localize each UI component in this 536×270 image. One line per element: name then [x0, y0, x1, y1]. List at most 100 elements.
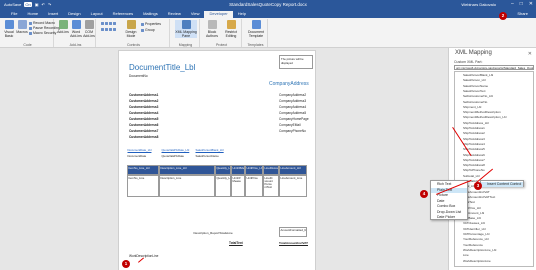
com-addins-button[interactable]: COM Add-ins [83, 20, 95, 38]
company-address-field[interactable]: CompanyAddress [269, 81, 309, 87]
lines-header-cell[interactable]: Quantity_Line_Lbl [215, 165, 231, 175]
document-title-field[interactable]: DocumentTitle_Lbl [129, 63, 195, 72]
customer-address-line[interactable]: CustomerAddress5 [129, 117, 158, 121]
xml-tree-node[interactable]: VATIdentifier_Lbl [463, 227, 486, 231]
macros-button[interactable]: Macros [16, 20, 28, 34]
lines-row-cell[interactable]: LineDi scount Perce ntText [263, 175, 279, 197]
xml-tree-node[interactable]: ShipmentMethodDescription_Lbl [463, 115, 506, 119]
xml-tree-node[interactable]: ShipToAddress1 [463, 126, 485, 130]
context-menu-item[interactable]: Date [431, 199, 467, 204]
lines-header-cell[interactable]: UnitOfMeasure_Lbl [231, 165, 245, 175]
lines-header-cell[interactable]: ItemNo_Line_Lbl [127, 165, 159, 175]
company-address-line[interactable]: CompanyAddress4 [279, 105, 306, 109]
customer-address-line[interactable]: CustomerAddress6 [129, 123, 158, 127]
xml-tree-node[interactable]: ShipToAddress2 [463, 131, 485, 135]
submenu-item[interactable]: Insert Content Control [481, 182, 523, 187]
document-template-button[interactable]: Document Template [245, 20, 267, 38]
total-label-cell[interactable]: Description_ReportTotalsLine [193, 231, 239, 236]
close-icon[interactable]: ✕ [529, 1, 533, 7]
tab-home[interactable]: Home [22, 11, 43, 18]
xml-tree-node[interactable]: ShipToPhoneNo [463, 168, 485, 172]
tab-view[interactable]: View [186, 11, 205, 18]
lines-row-cell[interactable]: UnitPrice [245, 175, 263, 197]
customer-address-line[interactable]: CustomerAddress1 [129, 93, 158, 97]
context-menu-item[interactable]: Combo Box [431, 204, 467, 209]
customer-address-line[interactable]: CustomerAddress3 [129, 105, 158, 109]
xml-tree-node[interactable]: WorkDescriptionLine [463, 259, 491, 263]
lines-row-cell[interactable]: Quantity_Line [215, 175, 231, 197]
customer-address-line[interactable]: CustomerAddress7 [129, 129, 158, 133]
tab-mailings[interactable]: Mailings [138, 11, 163, 18]
restrict-editing-button[interactable]: Restrict Editing [222, 20, 240, 38]
customer-address-line[interactable]: CustomerAddress4 [129, 111, 158, 115]
company-address-line[interactable]: CompanyEMail [279, 123, 301, 127]
document-page[interactable]: DocumentTitle_Lbl DocumentNo The picture… [118, 50, 316, 270]
xml-tree-node[interactable]: VATClauses_Lbl [463, 221, 485, 225]
xml-tree-node[interactable]: WorkDescriptionLine_Lbl [463, 248, 496, 252]
total-text-field[interactable]: TotalText [229, 241, 243, 245]
info-value-cell[interactable]: SalesPersonName [195, 154, 229, 159]
xml-tree-node[interactable]: ShipToAddress4 [463, 142, 485, 146]
xml-tree-node[interactable]: ShipToAddress_Lbl [463, 121, 489, 125]
lines-row-cell[interactable]: LineAmount_Line [279, 175, 307, 197]
maximize-icon[interactable]: □ [520, 1, 523, 7]
info-label-cell[interactable]: QuoteValidToDate_Lbl [161, 148, 195, 153]
total-amount-field[interactable]: TotalAmountInclVAT [279, 241, 308, 245]
xml-tree-node[interactable]: Line [463, 253, 469, 257]
xml-tree-node[interactable]: ShipToAddress8 [463, 163, 485, 167]
share-button[interactable]: Share [517, 11, 528, 16]
info-value-cell[interactable]: DocumentDate [127, 154, 161, 159]
lines-header-cell[interactable]: UnitPrice_Lbl [245, 165, 263, 175]
close-icon[interactable]: ✕ [528, 51, 532, 57]
total-value-cell[interactable]: AmountFormatted_ReportTotalsLine [279, 227, 307, 237]
lines-header-cell[interactable]: LineDiscount_Lbl [263, 165, 279, 175]
xml-mapping-pane-button[interactable]: XML Mapping Pane [175, 20, 197, 38]
xml-tree-node[interactable]: SalesPersonName [463, 84, 488, 88]
xml-tree[interactable]: SalesPersonBlank_Lbl SalesPerson_Lbl Sales… [454, 71, 534, 267]
company-address-line[interactable]: CompanyAddress5 [279, 111, 306, 115]
xml-tree-node[interactable]: ShipToAddress7 [463, 158, 485, 162]
info-value-cell[interactable]: QuoteValidToDate [161, 154, 195, 159]
xml-tree-node[interactable]: SelltoCustomerNo [463, 100, 487, 104]
lines-row-cell[interactable]: Description_Line [159, 175, 215, 197]
minimize-icon[interactable]: – [511, 1, 514, 7]
tab-insert[interactable]: Insert [43, 11, 63, 18]
customer-address-line[interactable]: CustomerAddress2 [129, 99, 158, 103]
picture-placeholder[interactable]: The picture will be displayed [279, 55, 313, 69]
tab-design[interactable]: Design [63, 11, 85, 18]
xml-tree-node[interactable]: Subtotal_Lbl [463, 174, 480, 178]
visual-basic-button[interactable]: Visual Basic [3, 20, 15, 38]
info-label-cell[interactable]: DocumentDate_Lbl [127, 148, 161, 153]
tab-help[interactable]: Help [233, 11, 251, 18]
xml-tree-node[interactable]: Shipment_Lbl [463, 105, 481, 109]
list-control-icons[interactable] [101, 28, 116, 31]
xml-tree-node[interactable]: ShipToAddress6 [463, 153, 485, 157]
company-address-line[interactable]: CompanyAddress2 [279, 93, 306, 97]
text-control-icons[interactable] [101, 22, 116, 25]
tab-file[interactable]: File [6, 11, 22, 18]
design-mode-button[interactable]: Design Mode [123, 20, 139, 38]
user-name[interactable]: Webinars Dakovalo [461, 2, 496, 7]
context-menu-item[interactable]: Date Picker [431, 215, 467, 220]
custom-xml-part-select[interactable]: urn:microsoft-dynamics-nav/reports/Stand… [454, 65, 534, 70]
addins-button[interactable]: Add-ins [57, 20, 69, 34]
context-menu-item[interactable]: Drop-Down List [431, 210, 467, 215]
record-macro-button[interactable]: Record Macro [29, 21, 55, 25]
lines-header-cell[interactable]: Description_Line_Lbl [159, 165, 215, 175]
tab-references[interactable]: References [108, 11, 138, 18]
xml-tree-node[interactable]: YourReference [463, 243, 483, 247]
group-button[interactable]: Group [141, 28, 155, 32]
word-addins-button[interactable]: Word Add-ins [70, 20, 82, 38]
block-authors-button[interactable]: Block Authors [203, 20, 221, 38]
xml-tree-node[interactable]: ShipmentMethodDescription [463, 110, 501, 114]
xml-tree-node[interactable]: VATPercentage_Lbl [463, 232, 489, 236]
xml-tree-node[interactable]: SalesPerson_Lbl [463, 78, 486, 82]
company-address-line[interactable]: CompanyHomePage [279, 117, 309, 121]
xml-tree-node[interactable]: YourReference_Lbl [463, 237, 489, 241]
lines-row-cell[interactable]: ItemNo_Line [127, 175, 159, 197]
document-no-field[interactable]: DocumentNo [129, 74, 148, 78]
customer-address-line[interactable]: CustomerAddress8 [129, 135, 158, 139]
tab-layout[interactable]: Layout [86, 11, 108, 18]
tab-developer[interactable]: Developer [204, 11, 233, 18]
tab-review[interactable]: Review [163, 11, 186, 18]
